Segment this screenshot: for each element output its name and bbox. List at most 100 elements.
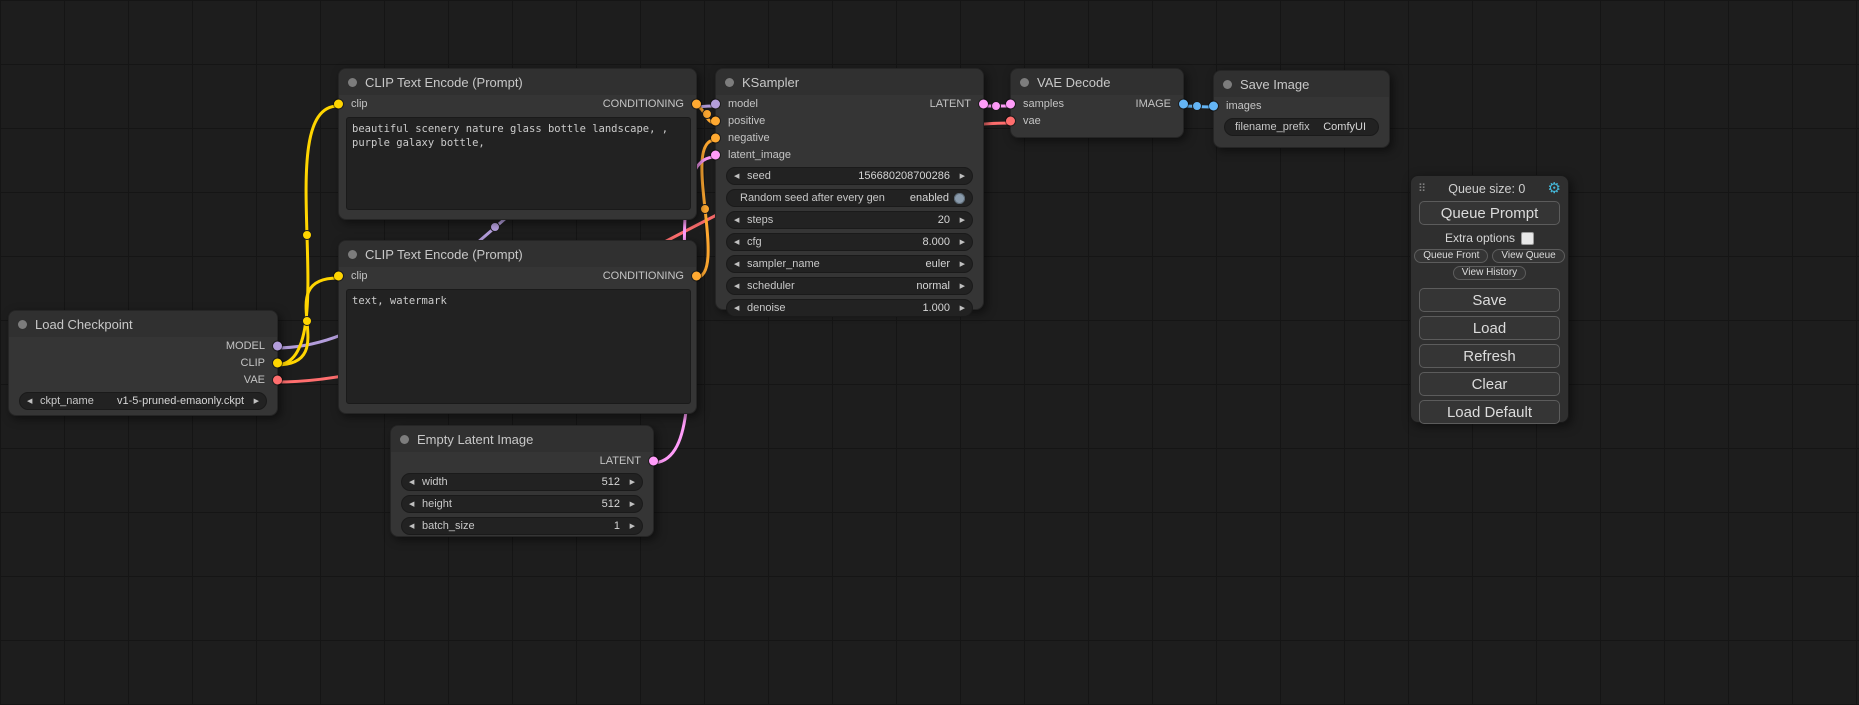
negative-input-port[interactable] <box>711 133 720 142</box>
node-load-checkpoint[interactable]: Load Checkpoint MODEL CLIP VAE ◀ ckpt_na… <box>8 310 278 416</box>
node-clip-text-encode-positive[interactable]: CLIP Text Encode (Prompt) clip CONDITION… <box>338 68 697 220</box>
node-title-bar[interactable]: Load Checkpoint <box>9 311 277 337</box>
widget-seed[interactable]: ◀ seed 156680208700286 ▶ <box>726 167 973 185</box>
vae-input-port[interactable] <box>1006 116 1015 125</box>
decrement-icon[interactable]: ◀ <box>734 238 744 246</box>
link-midpoint-dot <box>992 102 1001 111</box>
save-button[interactable]: Save <box>1419 288 1560 312</box>
decrement-icon[interactable]: ◀ <box>409 478 419 486</box>
widget-filename-prefix[interactable]: filename_prefix ComfyUI <box>1224 118 1379 136</box>
node-title-bar[interactable]: VAE Decode <box>1011 69 1183 95</box>
node-title: Load Checkpoint <box>35 317 133 332</box>
node-ksampler[interactable]: KSampler model LATENT positive negative … <box>715 68 984 310</box>
widget-random-seed-toggle[interactable]: Random seed after every gen enabled <box>726 189 973 207</box>
toggle-knob-icon[interactable] <box>954 193 965 204</box>
prev-value-icon[interactable]: ◀ <box>27 397 37 405</box>
next-value-icon[interactable]: ▶ <box>955 282 965 290</box>
widget-batch-size[interactable]: ◀ batch_size 1 ▶ <box>401 517 643 535</box>
node-title-bar[interactable]: CLIP Text Encode (Prompt) <box>339 69 696 95</box>
collapse-toggle-icon[interactable] <box>1223 80 1232 89</box>
load-button[interactable]: Load <box>1419 316 1560 340</box>
decrement-icon[interactable]: ◀ <box>409 522 419 530</box>
node-title-bar[interactable]: Empty Latent Image <box>391 426 653 452</box>
widget-sampler-name[interactable]: ◀ sampler_name euler ▶ <box>726 255 973 273</box>
input-slot-images: images <box>1214 97 1389 114</box>
node-empty-latent-image[interactable]: Empty Latent Image LATENT ◀ width 512 ▶ … <box>390 425 654 537</box>
node-title-bar[interactable]: CLIP Text Encode (Prompt) <box>339 241 696 267</box>
collapse-toggle-icon[interactable] <box>348 78 357 87</box>
node-vae-decode[interactable]: VAE Decode samples IMAGE vae <box>1010 68 1184 138</box>
link-midpoint-dot <box>703 110 712 119</box>
positive-input-port[interactable] <box>711 116 720 125</box>
collapse-toggle-icon[interactable] <box>18 320 27 329</box>
widget-steps[interactable]: ◀ steps 20 ▶ <box>726 211 973 229</box>
clip-input-port[interactable] <box>334 99 343 108</box>
increment-icon[interactable]: ▶ <box>955 238 965 246</box>
widget-height[interactable]: ◀ height 512 ▶ <box>401 495 643 513</box>
increment-icon[interactable]: ▶ <box>625 478 635 486</box>
node-title-bar[interactable]: Save Image <box>1214 71 1389 97</box>
conditioning-output-port[interactable] <box>692 99 701 108</box>
prompt-text-input[interactable]: text, watermark <box>346 289 691 404</box>
queue-front-button[interactable]: Queue Front <box>1414 249 1488 263</box>
increment-icon[interactable]: ▶ <box>955 172 965 180</box>
model-output-port[interactable] <box>273 341 282 350</box>
latent-image-input-port[interactable] <box>711 150 720 159</box>
extra-options-checkbox[interactable] <box>1521 232 1534 245</box>
decrement-icon[interactable]: ◀ <box>734 304 744 312</box>
view-queue-button[interactable]: View Queue <box>1492 249 1564 263</box>
vae-output-port[interactable] <box>273 375 282 384</box>
settings-gear-icon[interactable]: ⚙ <box>1548 181 1561 196</box>
increment-icon[interactable]: ▶ <box>955 216 965 224</box>
increment-icon[interactable]: ▶ <box>625 522 635 530</box>
increment-icon[interactable]: ▶ <box>955 304 965 312</box>
drag-handle-icon[interactable]: ⠿ <box>1418 182 1426 195</box>
node-save-image[interactable]: Save Image images filename_prefix ComfyU… <box>1213 70 1390 148</box>
input-slot-latent-image: latent_image <box>716 146 983 163</box>
collapse-toggle-icon[interactable] <box>400 435 409 444</box>
samples-input-port[interactable] <box>1006 99 1015 108</box>
decrement-icon[interactable]: ◀ <box>409 500 419 508</box>
extra-options-label: Extra options <box>1445 231 1515 245</box>
widget-denoise[interactable]: ◀ denoise 1.000 ▶ <box>726 299 973 317</box>
load-default-button[interactable]: Load Default <box>1419 400 1560 424</box>
node-title-bar[interactable]: KSampler <box>716 69 983 95</box>
link-midpoint-dot <box>491 223 500 232</box>
node-graph-canvas[interactable]: Load Checkpoint MODEL CLIP VAE ◀ ckpt_na… <box>0 0 1859 705</box>
next-value-icon[interactable]: ▶ <box>955 260 965 268</box>
collapse-toggle-icon[interactable] <box>725 78 734 87</box>
node-title: VAE Decode <box>1037 75 1110 90</box>
clip-input-port[interactable] <box>334 271 343 280</box>
latent-output-port[interactable] <box>979 99 988 108</box>
widget-scheduler[interactable]: ◀ scheduler normal ▶ <box>726 277 973 295</box>
link-negative-cond-wire <box>695 140 715 278</box>
refresh-button[interactable]: Refresh <box>1419 344 1560 368</box>
clip-output-port[interactable] <box>273 358 282 367</box>
input-slot-positive: positive <box>716 112 983 129</box>
conditioning-output-port[interactable] <box>692 271 701 280</box>
node-clip-text-encode-negative[interactable]: CLIP Text Encode (Prompt) clip CONDITION… <box>338 240 697 414</box>
queue-prompt-button[interactable]: Queue Prompt <box>1419 201 1560 225</box>
prev-value-icon[interactable]: ◀ <box>734 282 744 290</box>
collapse-toggle-icon[interactable] <box>348 250 357 259</box>
model-input-port[interactable] <box>711 99 720 108</box>
clear-button[interactable]: Clear <box>1419 372 1560 396</box>
collapse-toggle-icon[interactable] <box>1020 78 1029 87</box>
node-title: CLIP Text Encode (Prompt) <box>365 75 523 90</box>
view-history-button[interactable]: View History <box>1453 266 1526 280</box>
images-input-port[interactable] <box>1209 101 1218 110</box>
widget-ckpt-name[interactable]: ◀ ckpt_name v1-5-pruned-emaonly.ckpt ▶ <box>19 392 267 410</box>
decrement-icon[interactable]: ◀ <box>734 216 744 224</box>
decrement-icon[interactable]: ◀ <box>734 172 744 180</box>
image-output-port[interactable] <box>1179 99 1188 108</box>
widget-width[interactable]: ◀ width 512 ▶ <box>401 473 643 491</box>
link-midpoint-dot <box>303 317 312 326</box>
increment-icon[interactable]: ▶ <box>625 500 635 508</box>
widget-cfg[interactable]: ◀ cfg 8.000 ▶ <box>726 233 973 251</box>
prev-value-icon[interactable]: ◀ <box>734 260 744 268</box>
next-value-icon[interactable]: ▶ <box>249 397 259 405</box>
prompt-text-input[interactable]: beautiful scenery nature glass bottle la… <box>346 117 691 210</box>
link-midpoint-dot <box>701 205 710 214</box>
latent-output-port[interactable] <box>649 456 658 465</box>
output-slot-clip: CLIP <box>9 354 277 371</box>
